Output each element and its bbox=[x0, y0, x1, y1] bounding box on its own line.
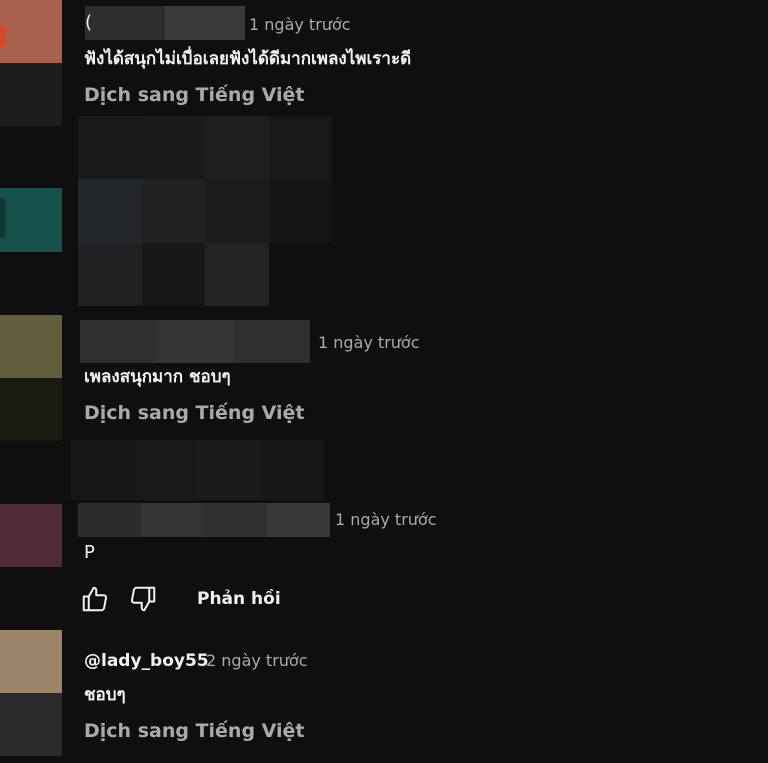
comment-timestamp[interactable]: 1 ngày trước bbox=[249, 15, 351, 35]
comment-text: P bbox=[84, 542, 95, 563]
comment-text: ชอบๆ bbox=[84, 685, 126, 705]
avatar[interactable] bbox=[0, 630, 62, 756]
avatar[interactable] bbox=[0, 315, 62, 441]
avatar[interactable] bbox=[0, 188, 62, 252]
thumbs-down-icon[interactable] bbox=[128, 584, 158, 614]
username-redacted[interactable] bbox=[78, 503, 330, 537]
comment-timestamp[interactable]: 2 ngày trước bbox=[206, 651, 308, 671]
translate-link[interactable]: Dịch sang Tiếng Việt bbox=[84, 401, 305, 425]
reply-button[interactable]: Phản hồi bbox=[197, 588, 281, 610]
comment-timestamp[interactable]: 1 ngày trước bbox=[335, 510, 437, 530]
comment-author[interactable]: @lady_boy55 bbox=[84, 650, 209, 672]
comment-text: ฟังได้สนุกไม่เบื่อเลยฟังได้ดีมากเพลงไพเร… bbox=[84, 49, 412, 69]
thumbs-up-icon[interactable] bbox=[80, 584, 110, 614]
comment-text: เพลงสนุกมาก ชอบๆ bbox=[84, 367, 231, 387]
avatar[interactable] bbox=[0, 0, 62, 126]
username-redacted[interactable] bbox=[80, 320, 310, 363]
comment-timestamp[interactable]: 1 ngày trước bbox=[318, 333, 420, 353]
username-redacted[interactable] bbox=[85, 6, 245, 40]
username-fragment: ( bbox=[85, 12, 93, 33]
redacted-content bbox=[70, 440, 324, 500]
translate-link[interactable]: Dịch sang Tiếng Việt bbox=[84, 83, 305, 107]
comments-panel: ( 1 ngày trước ฟังได้สนุกไม่เบื่อเลยฟังไ… bbox=[0, 0, 768, 763]
avatar[interactable] bbox=[0, 504, 62, 567]
translate-link[interactable]: Dịch sang Tiếng Việt bbox=[84, 719, 305, 743]
redacted-content bbox=[78, 116, 332, 306]
